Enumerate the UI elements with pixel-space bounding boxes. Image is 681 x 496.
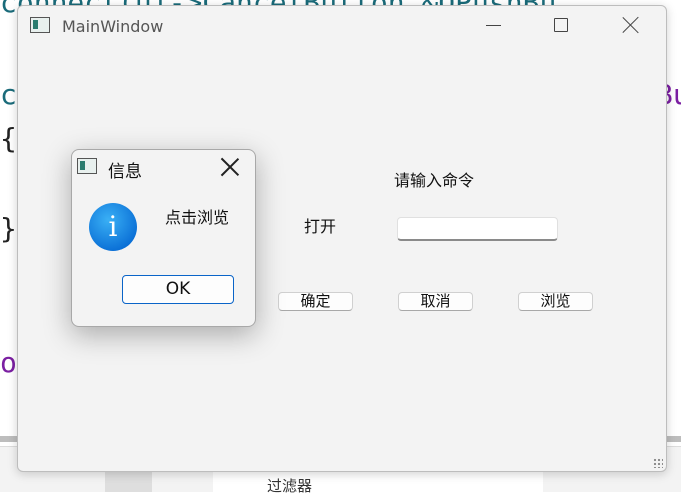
window-title: MainWindow [62,17,164,36]
main-window-titlebar[interactable]: MainWindow [18,6,666,46]
app-window-icon [30,17,50,33]
message-box-titlebar[interactable]: 信息 [72,150,255,184]
code-line: { [0,122,17,155]
message-text: 点击浏览 [165,208,230,227]
maximize-icon [554,18,568,32]
code-line: c [0,78,17,111]
code-line: } [0,212,17,245]
maximize-button[interactable] [538,6,584,46]
command-prompt-label: 请输入命令 [394,171,475,190]
filter-label: 过滤器 [267,477,313,495]
open-label: 打开 [304,217,337,236]
warning-filter-button[interactable] [105,471,152,492]
cancel-button[interactable]: 取消 [398,292,473,311]
message-box-title: 信息 [108,162,142,182]
minimize-icon [486,25,501,27]
command-input[interactable] [397,217,558,241]
info-message-box: 信息 i 点击浏览 OK [71,149,256,327]
message-box-close-button[interactable] [220,157,240,177]
code-line: o [0,346,17,379]
information-icon: i [89,203,137,251]
close-button[interactable] [608,6,654,46]
resize-grip-icon[interactable] [653,458,663,468]
browse-button[interactable]: 浏览 [518,292,593,311]
close-icon [622,16,640,34]
confirm-button[interactable]: 确定 [278,292,353,311]
app-window-icon [77,158,97,174]
minimize-button[interactable] [470,6,516,46]
message-ok-button[interactable]: OK [122,275,234,304]
